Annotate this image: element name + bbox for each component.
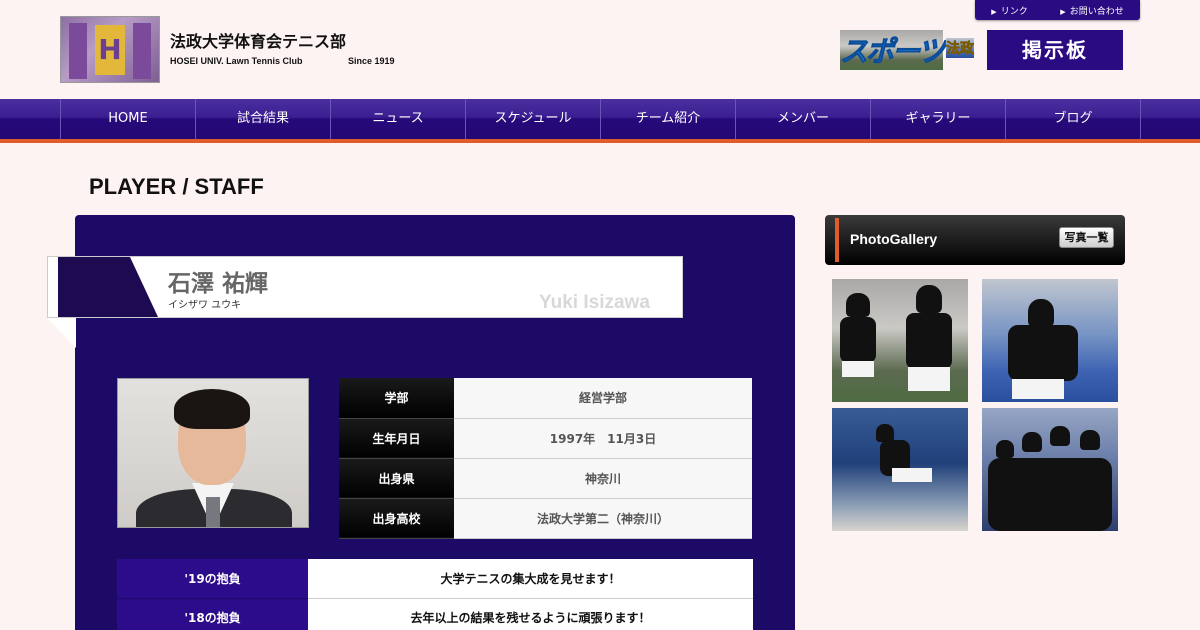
goal-year: '18の抱負 (117, 598, 308, 630)
info-key: 出身県 (339, 458, 454, 499)
nav-item-schedule[interactable]: スケジュール (466, 99, 601, 139)
flag-stripe-left (69, 23, 87, 79)
page-title: PLAYER / STAFF (89, 174, 264, 199)
triangle-right-icon: ▶ (1060, 7, 1066, 16)
thumb-person-head (1022, 432, 1042, 452)
nav-item-blog[interactable]: ブログ (1006, 99, 1141, 139)
gallery-thumbnail[interactable] (982, 408, 1118, 531)
gallery-thumbnail[interactable] (832, 279, 968, 402)
goal-text: 去年以上の結果を残せるように頑張ります！ (308, 598, 753, 630)
info-value: 法政大学第二（神奈川） (454, 498, 752, 539)
thumb-person-head (996, 440, 1014, 458)
thumb-player-body (1008, 325, 1078, 381)
player-photo (117, 378, 309, 528)
thumb-player-shorts (908, 367, 950, 391)
club-logo-flag[interactable]: H (60, 16, 160, 83)
site-subtitle: HOSEI UNIV. Lawn Tennis Club (170, 56, 303, 66)
nav-underline (0, 139, 1200, 143)
link-label: リンク (1000, 6, 1028, 17)
thumb-player-shorts (1012, 379, 1064, 399)
info-key: 学部 (339, 378, 454, 419)
bulletin-board-button[interactable]: 掲示板 (987, 30, 1123, 70)
main-nav: HOME 試合結果 ニュース スケジュール チーム紹介 メンバー ギャラリー ブ… (0, 99, 1200, 139)
thumb-player-body (906, 313, 952, 369)
goal-year: '19の抱負 (117, 559, 308, 599)
triangle-right-icon: ▶ (991, 7, 997, 16)
thumb-person-head (1080, 430, 1100, 450)
info-value: 1997年 11月3日 (454, 418, 752, 459)
thumb-player-head (846, 293, 870, 317)
name-banner-fold (47, 318, 76, 348)
thumb-group-bodies (988, 458, 1112, 531)
table-row: 学部 経営学部 (339, 378, 752, 419)
info-key: 生年月日 (339, 418, 454, 459)
gallery-thumbnail[interactable] (832, 408, 968, 531)
photo-hair (174, 389, 250, 429)
nav-item-members[interactable]: メンバー (736, 99, 871, 139)
flag-stripe-right (133, 23, 151, 79)
nav-item-news[interactable]: ニュース (331, 99, 466, 139)
info-key: 出身高校 (339, 498, 454, 539)
table-row: 生年月日 1997年 11月3日 (339, 418, 752, 459)
gallery-thumbnail[interactable] (982, 279, 1118, 402)
player-goals-table: '19の抱負 大学テニスの集大成を見せます！ '18の抱負 去年以上の結果を残せ… (117, 559, 753, 630)
sports-logo-main: スポーツ (839, 30, 946, 70)
table-row: '18の抱負 去年以上の結果を残せるように頑張ります！ (117, 598, 753, 630)
goal-text: 大学テニスの集大成を見せます！ (308, 559, 753, 599)
utility-bar: ▶ リンク ▶ お問い合わせ (975, 0, 1140, 20)
thumb-player-shorts (892, 468, 932, 482)
gallery-accent-bar (835, 218, 839, 262)
table-row: 出身県 神奈川 (339, 458, 752, 499)
photo-list-button[interactable]: 写真一覧 (1059, 227, 1114, 248)
player-name-english: Yuki Isizawa (539, 292, 650, 313)
nav-item-home[interactable]: HOME (61, 99, 196, 139)
player-name: 石澤 祐輝 (168, 271, 269, 297)
contact-nav[interactable]: ▶ お問い合わせ (1060, 4, 1123, 17)
site-since: Since 1919 (348, 56, 395, 66)
photo-tie (206, 497, 220, 527)
thumb-player-head (1028, 299, 1054, 327)
nav-item-team[interactable]: チーム紹介 (601, 99, 736, 139)
flag-letter: H (95, 25, 125, 75)
sports-logo-sub: 法政 (946, 38, 974, 58)
thumb-person-head (1050, 426, 1070, 446)
site-title[interactable]: 法政大学体育会テニス部 (170, 28, 346, 52)
info-value: 経営学部 (454, 378, 752, 419)
player-info-table: 学部 経営学部 生年月日 1997年 11月3日 出身県 神奈川 出身高校 法政… (339, 378, 752, 539)
contact-label: お問い合わせ (1069, 6, 1124, 17)
nav-item-gallery[interactable]: ギャラリー (871, 99, 1006, 139)
link-nav[interactable]: ▶ リンク (991, 4, 1027, 17)
sports-hosei-logo[interactable]: スポーツ 法政 (839, 30, 985, 70)
thumb-player-shorts (842, 361, 874, 377)
thumb-player-body (840, 317, 876, 363)
table-row: '19の抱負 大学テニスの集大成を見せます！ (117, 559, 753, 599)
info-value: 神奈川 (454, 458, 752, 499)
player-name-kana: イシザワ ユウキ (168, 300, 242, 311)
nav-item-results[interactable]: 試合結果 (196, 99, 331, 139)
photo-gallery-header: PhotoGallery 写真一覧 (825, 215, 1125, 265)
thumb-player-head (916, 285, 942, 313)
gallery-title: PhotoGallery (850, 231, 938, 247)
table-row: 出身高校 法政大学第二（神奈川） (339, 498, 752, 539)
